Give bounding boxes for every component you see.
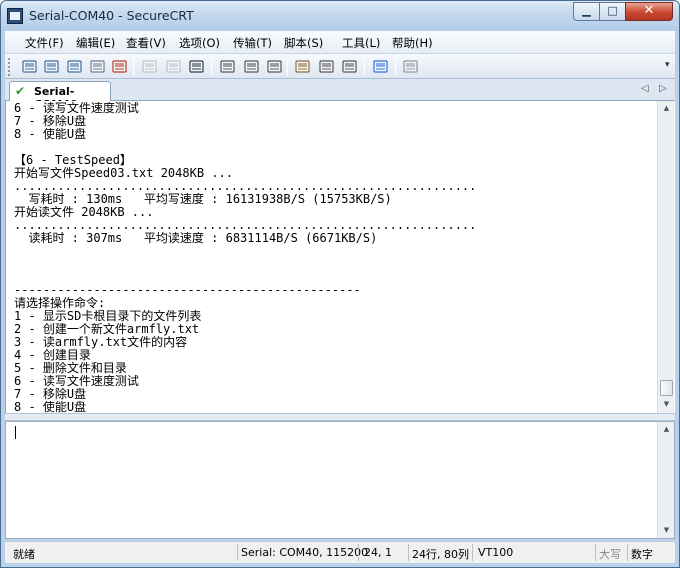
- toolbar-overflow-icon[interactable]: ▾: [665, 60, 670, 70]
- disconnect-icon[interactable]: [111, 58, 129, 76]
- print-icon[interactable]: [266, 58, 284, 76]
- terminal-line: 开始读文件 2048KB ...: [14, 206, 154, 219]
- menu-bar: 文件(F) 编辑(E) 查看(V) 选项(O) 传输(T) 脚本(S) 工具(L…: [5, 31, 675, 53]
- terminal-line: 开始写文件Speed03.txt 2048KB ...: [14, 167, 233, 180]
- terminal-line: 1 - 显示SD卡根目录下的文件列表: [14, 310, 202, 323]
- tab-next-icon[interactable]: ▷: [659, 83, 667, 94]
- status-bar: 就绪 Serial: COM40, 115200 24, 1 24行, 80列 …: [5, 541, 675, 563]
- menu-file[interactable]: 文件(F): [25, 35, 64, 51]
- securecrt-window: Serial-COM40 - SecureCRT ▁ □ ✕ 文件(F) 编辑(…: [0, 0, 680, 568]
- terminal-scrollbar[interactable]: ▲ ▼: [657, 101, 674, 413]
- terminal-line: ........................................…: [14, 180, 477, 193]
- minimize-button[interactable]: ▁: [573, 2, 600, 21]
- pane-splitter[interactable]: [5, 413, 675, 421]
- menu-tools[interactable]: 工具(L): [342, 35, 380, 51]
- terminal-line: 2 - 创建一个新文件armfly.txt: [14, 323, 200, 336]
- copy-icon[interactable]: [141, 58, 159, 76]
- chat-scroll-down-icon[interactable]: ▼: [662, 526, 671, 534]
- global-options-icon[interactable]: [318, 58, 336, 76]
- toolbar-separator: [133, 58, 134, 76]
- toolbar-grip[interactable]: [8, 58, 11, 76]
- close-button[interactable]: ✕: [625, 2, 673, 21]
- tab-serial-com40[interactable]: ✔ Serial-COM40: [9, 81, 111, 111]
- terminal-line: ........................................…: [14, 219, 477, 232]
- paste-icon[interactable]: [165, 58, 183, 76]
- title-bar[interactable]: Serial-COM40 - SecureCRT ▁ □ ✕: [1, 1, 679, 31]
- menu-edit[interactable]: 编辑(E): [76, 35, 115, 51]
- menu-script[interactable]: 脚本(S): [284, 35, 323, 51]
- app-icon: [7, 8, 23, 24]
- print-setup-icon[interactable]: [219, 58, 237, 76]
- help-icon[interactable]: [372, 58, 390, 76]
- terminal-line: 7 - 移除U盘: [14, 388, 87, 401]
- terminal-line: 请选择操作命令:: [14, 297, 106, 310]
- scroll-thumb[interactable]: [660, 380, 673, 396]
- status-emulation: VT100: [478, 546, 514, 559]
- terminal-line: 6 - 读写文件速度测试: [14, 102, 139, 115]
- terminal-line: 7 - 移除U盘: [14, 115, 87, 128]
- terminal-line: 5 - 删除文件和目录: [14, 362, 127, 375]
- connect-tab-icon[interactable]: [66, 58, 84, 76]
- session-tab-bar: ✔ Serial-COM40 ◁ ▷: [5, 79, 675, 111]
- connected-check-icon: ✔: [15, 84, 26, 98]
- terminal-lines: 6 - 读写文件速度测试 7 - 移除U盘 8 - 使能U盘 【6 - TestSpe…: [14, 102, 654, 414]
- menu-options[interactable]: 选项(O): [179, 35, 220, 51]
- terminal-line: ----------------------------------------…: [14, 284, 361, 297]
- status-num: 数字: [631, 548, 653, 561]
- menu-transfer[interactable]: 传输(T): [233, 35, 272, 51]
- status-connection: Serial: COM40, 115200: [241, 546, 369, 559]
- scroll-down-icon[interactable]: ▼: [662, 400, 671, 408]
- quick-connect-icon[interactable]: [43, 58, 61, 76]
- toolbar-separator: [364, 58, 365, 76]
- toolbar: ▾: [5, 53, 675, 79]
- terminal-line: 读耗时 : 307ms 平均读速度 : 6831114B/S (6671KB/S…: [14, 232, 378, 245]
- menu-view[interactable]: 查看(V): [126, 35, 166, 51]
- terminal-line: 6 - 读写文件速度测试: [14, 375, 139, 388]
- window-title: Serial-COM40 - SecureCRT: [29, 8, 194, 23]
- keymap-icon[interactable]: [341, 58, 359, 76]
- chat-scroll-up-icon[interactable]: ▲: [662, 425, 671, 433]
- terminal-line: 4 - 创建目录: [14, 349, 91, 362]
- sftp-icon[interactable]: [402, 58, 420, 76]
- reconnect-icon[interactable]: [89, 58, 107, 76]
- chat-input[interactable]: ▲ ▼: [5, 421, 675, 539]
- maximize-button[interactable]: □: [599, 2, 626, 21]
- terminal-line: 8 - 使能U盘: [14, 128, 87, 141]
- print-preview-icon[interactable]: [243, 58, 261, 76]
- session-options-icon[interactable]: [294, 58, 312, 76]
- toolbar-separator: [211, 58, 212, 76]
- toolbar-separator: [395, 58, 396, 76]
- menu-help[interactable]: 帮助(H): [392, 35, 433, 51]
- status-ready: 就绪: [13, 548, 35, 561]
- terminal-line: 3 - 读armfly.txt文件的内容: [14, 336, 188, 349]
- status-caps: 大写: [599, 548, 621, 561]
- text-caret: [15, 426, 16, 439]
- connect-icon[interactable]: [21, 58, 39, 76]
- terminal-line: 写耗时 : 130ms 平均写速度 : 16131938B/S (15753KB…: [14, 193, 392, 206]
- status-size: 24行, 80列: [412, 548, 469, 561]
- toolbar-separator: [287, 58, 288, 76]
- scroll-up-icon[interactable]: ▲: [662, 104, 671, 112]
- status-cursor: 24, 1: [364, 546, 392, 559]
- terminal-line: 【6 - TestSpeed】: [14, 154, 132, 167]
- tab-prev-icon[interactable]: ◁: [641, 83, 649, 94]
- chat-scrollbar[interactable]: ▲ ▼: [657, 422, 674, 538]
- find-icon[interactable]: [188, 58, 206, 76]
- terminal-output[interactable]: 6 - 读写文件速度测试 7 - 移除U盘 8 - 使能U盘 【6 - TestSpe…: [5, 101, 675, 414]
